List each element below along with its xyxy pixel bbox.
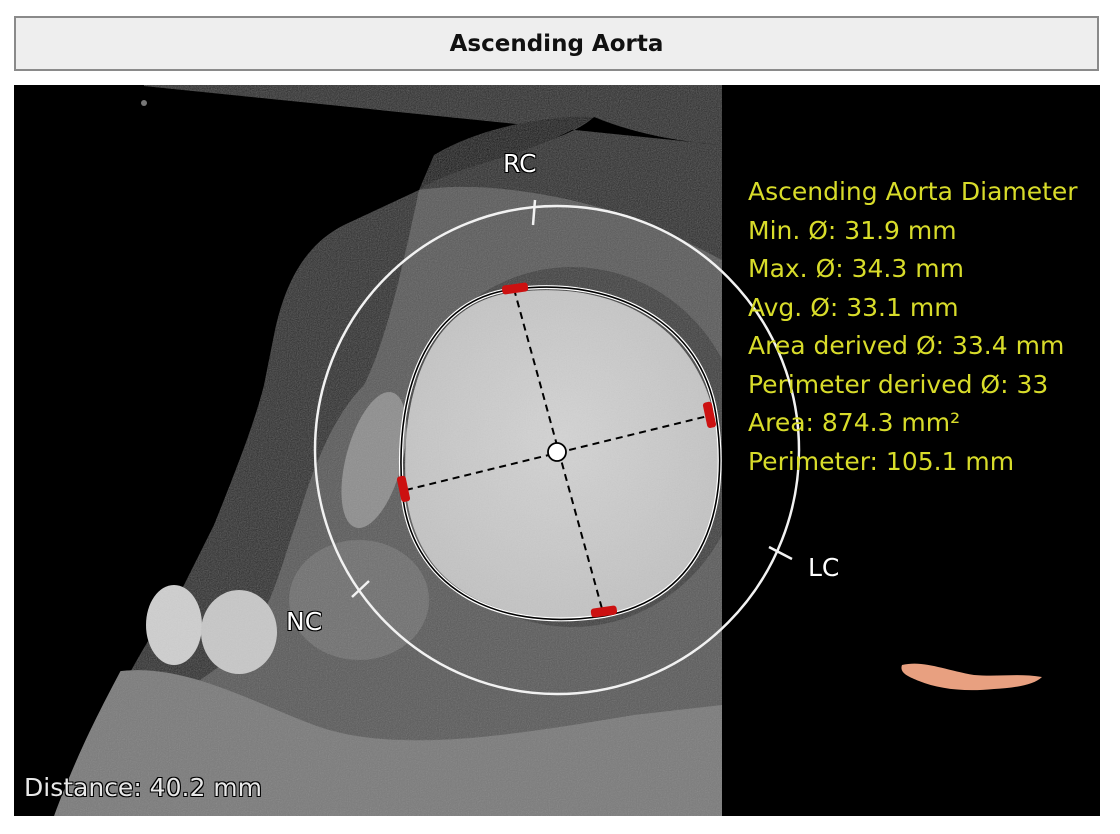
measurement-line: Area: 874.3 mm² (748, 408, 961, 437)
panel-title-bar: Ascending Aorta (14, 16, 1099, 71)
measurement-line: Perimeter derived Ø: 33 (748, 369, 1049, 399)
measurement-annotation: Ascending Aorta Diameter Min. Ø: 31.9 mm… (748, 173, 1100, 481)
measurement-line: Area derived Ø: 33.4 mm (748, 331, 1065, 360)
measurement-line: Min. Ø: 31.9 mm (748, 215, 957, 245)
label-lc: LC (808, 553, 840, 582)
center-marker[interactable] (547, 442, 567, 462)
panel-title: Ascending Aorta (449, 30, 664, 57)
measurement-line: Perimeter: 105.1 mm (748, 446, 1015, 476)
distance-readout: Distance: 40.2 mm (24, 773, 263, 802)
label-rc: RC (503, 149, 537, 178)
measurement-line: Avg. Ø: 33.1 mm (748, 292, 959, 322)
measurement-line: Ascending Aorta Diameter (748, 177, 1078, 206)
ct-image-viewport[interactable]: Ascending Aorta Diameter Min. Ø: 31.9 mm… (14, 85, 1100, 816)
label-nc: NC (286, 607, 323, 636)
measurement-line: Max. Ø: 34.3 mm (748, 254, 964, 283)
